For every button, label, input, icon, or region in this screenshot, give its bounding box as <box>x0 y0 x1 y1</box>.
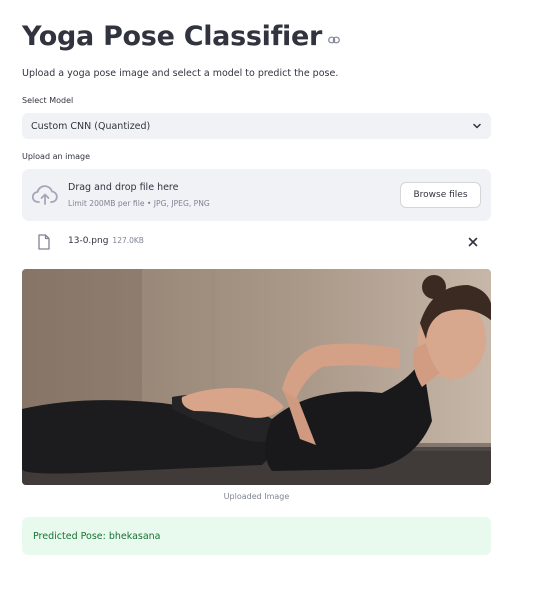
prediction-alert: Predicted Pose: bhekasana <box>22 517 491 555</box>
image-caption: Uploaded Image <box>223 492 290 501</box>
model-select-label: Select Model <box>22 96 74 105</box>
prediction-text: Predicted Pose: bhekasana <box>33 530 161 542</box>
dropzone-hint: Limit 200MB per file • JPG, JPEG, PNG <box>68 199 210 208</box>
page-subtitle: Upload a yoga pose image and select a mo… <box>22 68 339 79</box>
uploaded-file-row: 13-0.png 127.0KB <box>22 233 491 253</box>
dropzone-title: Drag and drop file here <box>68 182 179 193</box>
file-dropzone[interactable]: Drag and drop file here Limit 200MB per … <box>22 169 491 221</box>
uploaded-file-info: 13-0.png 127.0KB <box>68 236 144 246</box>
file-name: 13-0.png <box>68 236 109 246</box>
file-icon <box>38 234 50 250</box>
model-select-value: Custom CNN (Quantized) <box>31 120 151 132</box>
cloud-upload-icon <box>32 185 58 205</box>
uploaded-image <box>22 269 491 485</box>
title-row: Yoga Pose Classifier <box>22 19 340 55</box>
chevron-down-icon <box>473 123 481 129</box>
page-title: Yoga Pose Classifier <box>22 21 323 52</box>
uploader-label: Upload an image <box>22 152 91 161</box>
browse-files-button[interactable]: Browse files <box>400 182 481 208</box>
model-select[interactable]: Custom CNN (Quantized) <box>22 113 491 139</box>
link-anchor-icon[interactable] <box>328 35 340 45</box>
remove-file-icon[interactable] <box>467 236 479 248</box>
file-size: 127.0KB <box>112 236 144 245</box>
